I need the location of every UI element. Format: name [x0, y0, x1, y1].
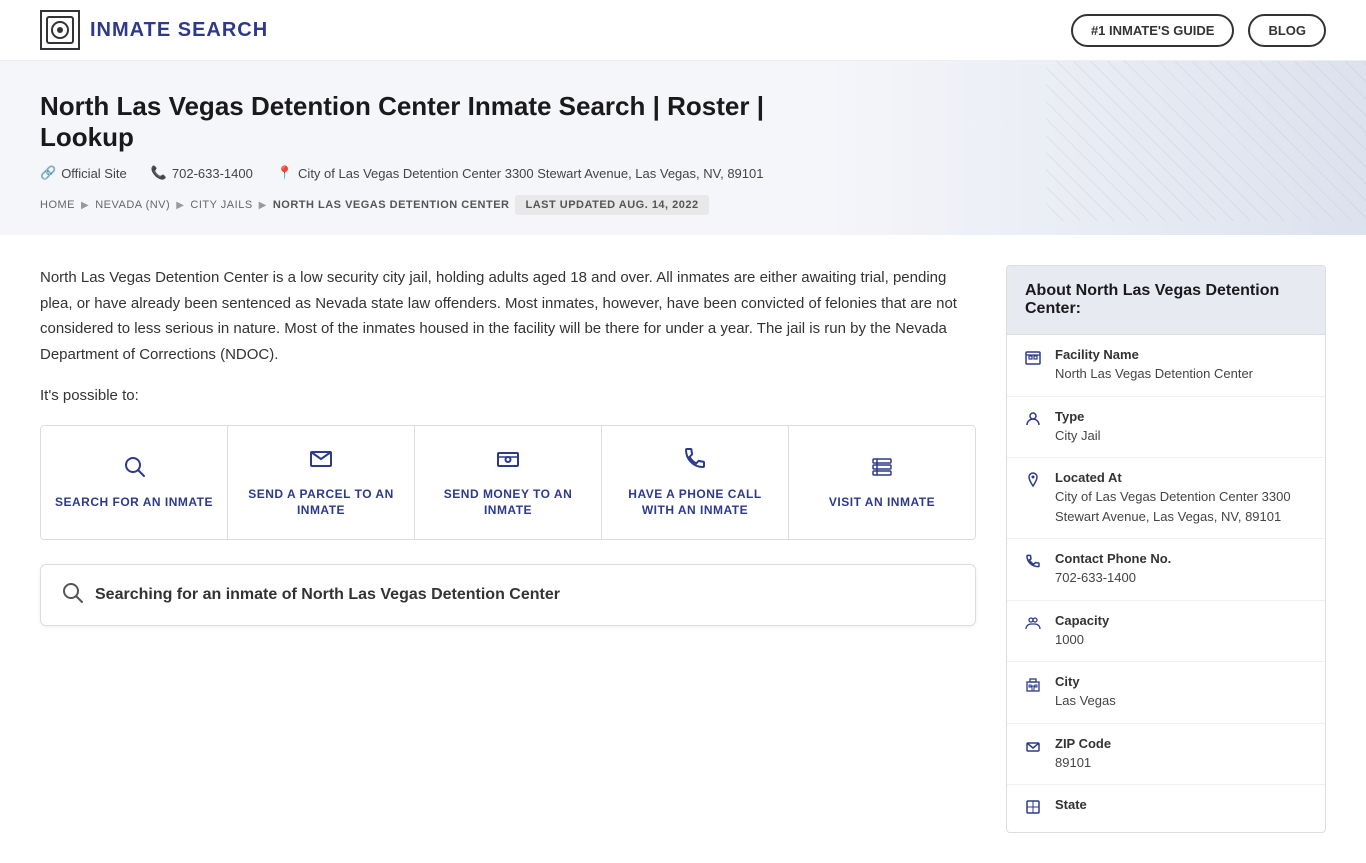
header-nav: #1 INMATE'S GUIDE BLOG: [1071, 14, 1326, 47]
zip-label: ZIP Code: [1055, 736, 1111, 751]
sidebar-field-phone: Contact Phone No. 702-633-1400: [1007, 539, 1325, 601]
possible-text: It's possible to:: [40, 383, 976, 409]
phone-value: 702-633-1400: [1055, 568, 1171, 588]
money-icon: [496, 446, 520, 476]
sidebar-field-city: City Las Vegas: [1007, 662, 1325, 724]
capacity-label: Capacity: [1055, 613, 1109, 628]
location-pin-icon: [1025, 472, 1043, 493]
hero-section: North Las Vegas Detention Center Inmate …: [0, 61, 1366, 235]
sidebar-field-location: Located At City of Las Vegas Detention C…: [1007, 458, 1325, 539]
inmates-guide-button[interactable]: #1 INMATE'S GUIDE: [1071, 14, 1234, 47]
sidebar-field-type: Type City Jail: [1007, 397, 1325, 459]
action-card-search[interactable]: SEARCH FOR AN INMATE: [41, 426, 228, 540]
location-value: City of Las Vegas Detention Center 3300 …: [1055, 487, 1307, 526]
phone-call-icon: [683, 446, 707, 476]
search-bar-text: Searching for an inmate of North Las Veg…: [95, 586, 560, 604]
facility-name-value: North Las Vegas Detention Center: [1055, 364, 1253, 384]
sidebar: About North Las Vegas Detention Center: …: [1006, 265, 1326, 833]
facility-name-label: Facility Name: [1055, 347, 1253, 362]
action-card-visit[interactable]: VISIT AN INMATE: [789, 426, 975, 540]
official-site-link[interactable]: 🔗 Official Site: [40, 165, 127, 181]
blog-button[interactable]: BLOG: [1248, 14, 1326, 47]
breadcrumb-current: NORTH LAS VEGAS DETENTION CENTER: [273, 199, 510, 211]
breadcrumb-sep-2: ▶: [176, 200, 184, 211]
description-text: North Las Vegas Detention Center is a lo…: [40, 265, 976, 367]
link-icon: 🔗: [40, 165, 56, 181]
main-content: North Las Vegas Detention Center is a lo…: [40, 265, 976, 833]
breadcrumb-nevada[interactable]: NEVADA (NV): [95, 199, 170, 211]
city-icon: [1025, 676, 1043, 697]
phone-icon: 📞: [151, 165, 167, 181]
phone-link[interactable]: 📞 702-633-1400: [151, 165, 253, 181]
state-icon: [1025, 799, 1043, 820]
action-card-money[interactable]: SEND MONEY TO AN INMATE: [415, 426, 602, 540]
type-icon: [1025, 411, 1043, 432]
location-label: Located At: [1055, 470, 1307, 485]
action-card-search-label: SEARCH FOR AN INMATE: [55, 494, 213, 511]
breadcrumb-sep-1: ▶: [81, 200, 89, 211]
action-card-parcel-label: SEND A PARCEL TO AN INMATE: [238, 486, 404, 520]
type-label: Type: [1055, 409, 1101, 424]
capacity-icon: [1025, 615, 1043, 636]
sidebar-field-facility-name: Facility Name North Las Vegas Detention …: [1007, 335, 1325, 397]
zip-value: 89101: [1055, 753, 1111, 773]
sidebar-phone-icon: [1025, 553, 1043, 574]
parcel-icon: [309, 446, 333, 476]
action-cards: SEARCH FOR AN INMATE SEND A PARCEL TO AN…: [40, 425, 976, 541]
action-card-money-label: SEND MONEY TO AN INMATE: [425, 486, 591, 520]
main-container: North Las Vegas Detention Center is a lo…: [0, 235, 1366, 863]
sidebar-field-capacity: Capacity 1000: [1007, 601, 1325, 663]
sidebar-field-zip: ZIP Code 89101: [1007, 724, 1325, 786]
hero-background: [1046, 61, 1366, 221]
city-label: City: [1055, 674, 1116, 689]
phone-label: Contact Phone No.: [1055, 551, 1171, 566]
site-logo[interactable]: INMATE SEARCH: [40, 10, 268, 50]
sidebar-card: About North Las Vegas Detention Center: …: [1006, 265, 1326, 833]
location-icon: 📍: [277, 165, 293, 181]
breadcrumb-city-jails[interactable]: CITY JAILS: [190, 199, 252, 211]
action-card-phone[interactable]: HAVE A PHONE CALL WITH AN INMATE: [602, 426, 789, 540]
last-updated-badge: LAST UPDATED AUG. 14, 2022: [515, 195, 708, 215]
logo-icon: [40, 10, 80, 50]
page-title: North Las Vegas Detention Center Inmate …: [40, 91, 840, 153]
action-card-phone-label: HAVE A PHONE CALL WITH AN INMATE: [612, 486, 778, 520]
facility-name-icon: [1025, 349, 1043, 370]
breadcrumb-home[interactable]: HOME: [40, 199, 75, 211]
action-card-parcel[interactable]: SEND A PARCEL TO AN INMATE: [228, 426, 415, 540]
type-value: City Jail: [1055, 426, 1101, 446]
capacity-value: 1000: [1055, 630, 1109, 650]
search-bar-icon: [61, 581, 83, 609]
state-label: State: [1055, 797, 1087, 812]
action-card-visit-label: VISIT AN INMATE: [829, 494, 935, 511]
breadcrumb-sep-3: ▶: [259, 200, 267, 211]
sidebar-field-state: State: [1007, 785, 1325, 832]
city-value: Las Vegas: [1055, 691, 1116, 711]
visit-icon: [870, 454, 894, 484]
site-header: INMATE SEARCH #1 INMATE'S GUIDE BLOG: [0, 0, 1366, 61]
sidebar-header: About North Las Vegas Detention Center:: [1007, 266, 1325, 335]
zip-icon: [1025, 738, 1043, 759]
search-bar[interactable]: Searching for an inmate of North Las Veg…: [40, 564, 976, 626]
search-icon: [122, 454, 146, 484]
logo-text: INMATE SEARCH: [90, 19, 268, 42]
location-info: 📍 City of Las Vegas Detention Center 330…: [277, 165, 764, 181]
